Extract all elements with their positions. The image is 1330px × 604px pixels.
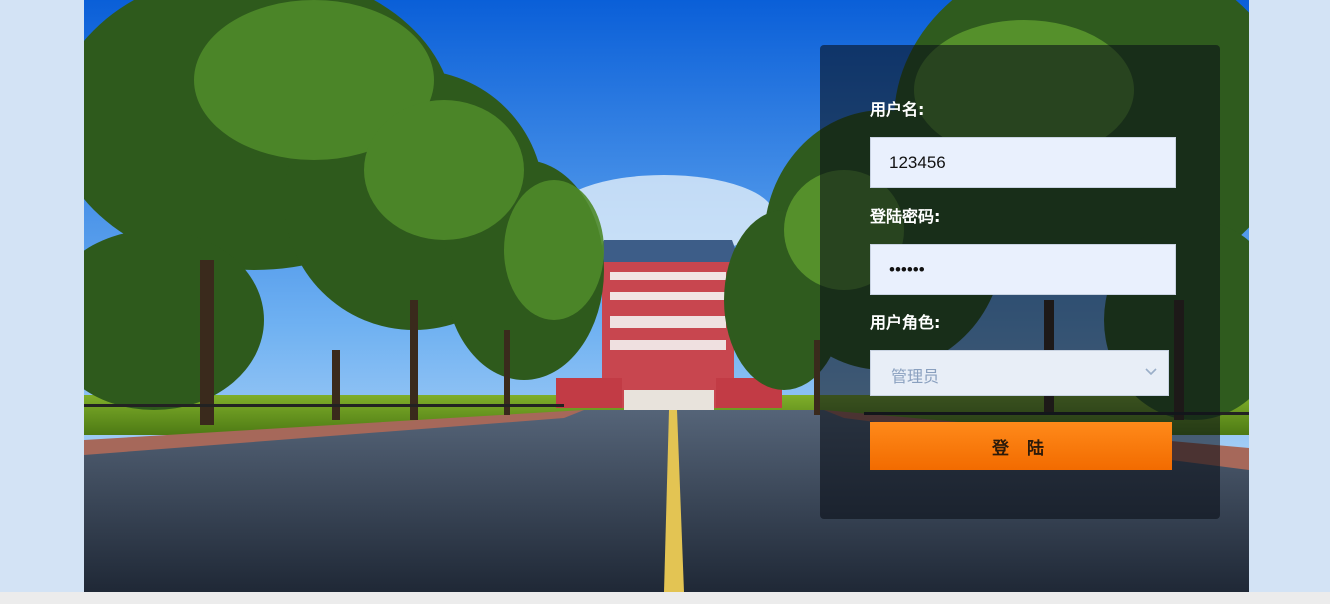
role-select-value: 管理员	[891, 367, 940, 386]
login-button[interactable]: 登 陆	[870, 422, 1172, 470]
page-footer-strip	[0, 592, 1330, 604]
role-label: 用户角色:	[870, 313, 941, 332]
login-panel: 用户名: 登陆密码: 用户角色: 管理员 登 陆	[820, 45, 1220, 519]
password-input[interactable]	[870, 244, 1176, 295]
username-label: 用户名:	[870, 100, 925, 119]
role-select[interactable]: 管理员	[870, 350, 1169, 396]
chevron-down-icon	[1145, 368, 1157, 376]
username-input[interactable]	[870, 137, 1176, 188]
password-label: 登陆密码:	[870, 207, 941, 226]
